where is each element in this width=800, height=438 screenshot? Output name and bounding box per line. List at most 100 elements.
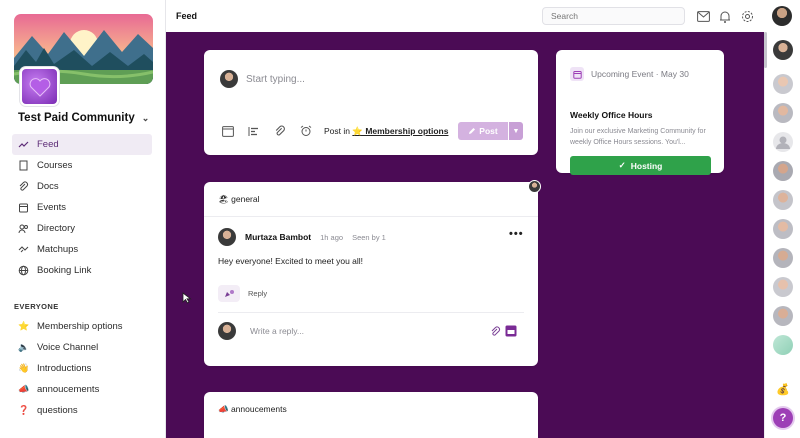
sidebar-item-label: Feed: [37, 139, 59, 150]
sidebar-item-courses[interactable]: Courses: [12, 155, 152, 176]
handshake-icon: [18, 244, 29, 255]
post-author[interactable]: Murtaza Bambot: [245, 232, 311, 242]
add-reaction-icon[interactable]: [218, 285, 240, 302]
community-switcher[interactable]: Test Paid Community ⌄: [18, 112, 149, 124]
help-icon[interactable]: ?: [773, 408, 793, 428]
hosting-button[interactable]: ✓ Hosting: [570, 156, 711, 175]
member-avatar[interactable]: [773, 74, 793, 94]
post-seen-by[interactable]: Seen by 1: [352, 233, 386, 242]
mail-icon[interactable]: [696, 9, 710, 23]
feed-post: 🏖 general Murtaza Bambot 1h ago Seen by …: [204, 180, 541, 366]
post-channel[interactable]: 🏖 general: [218, 194, 260, 205]
search-input[interactable]: [542, 7, 685, 25]
sidebar-item-membership-options[interactable]: ⭐ Membership options: [12, 316, 152, 337]
member-avatar[interactable]: [773, 277, 793, 297]
star-icon: ⭐: [18, 321, 30, 331]
sidebar-item-booking-link[interactable]: Booking Link: [12, 260, 152, 281]
calendar-icon: [18, 202, 29, 213]
sidebar-item-annoucements[interactable]: 📣 annoucements: [12, 379, 152, 400]
event-header: Upcoming Event · May 30: [570, 67, 689, 81]
post-author-row: Murtaza Bambot 1h ago Seen by 1: [218, 228, 386, 246]
wave-icon: 👋: [18, 363, 30, 373]
divider: [218, 312, 524, 313]
more-options-icon[interactable]: •••: [509, 228, 524, 240]
sidebar-item-voice-channel[interactable]: 🔈 Voice Channel: [12, 337, 152, 358]
member-avatar[interactable]: [773, 306, 793, 326]
sidebar-item-label: Voice Channel: [37, 342, 99, 353]
member-avatar[interactable]: [773, 103, 793, 123]
composer-toolbar: [221, 124, 313, 138]
sidebar-item-label: Introductions: [37, 363, 92, 374]
mouse-cursor-icon: [182, 292, 192, 304]
sidebar-item-events[interactable]: Events: [12, 197, 152, 218]
feed-post: 📣 annoucements: [204, 392, 538, 438]
sidebar-item-introductions[interactable]: 👋 Introductions: [12, 358, 152, 379]
poll-icon[interactable]: [247, 124, 261, 138]
post-channel[interactable]: 📣 annoucements: [218, 404, 287, 415]
sidebar-item-feed[interactable]: Feed: [12, 134, 152, 155]
community-name: Test Paid Community: [18, 112, 135, 124]
user-placeholder-icon: [776, 136, 790, 149]
event-title[interactable]: Weekly Office Hours: [570, 110, 653, 120]
alarm-clock-icon[interactable]: [299, 124, 313, 138]
divider: [204, 216, 538, 217]
calendar-icon: [570, 67, 584, 81]
page-title: Feed: [176, 11, 198, 21]
book-icon: [18, 160, 29, 171]
sidebar-item-docs[interactable]: Docs: [12, 176, 152, 197]
sidebar: Test Paid Community ⌄ Feed Courses Docs: [0, 0, 166, 438]
member-avatar[interactable]: [773, 40, 793, 60]
sidebar-item-label: Booking Link: [37, 265, 92, 276]
community-logo[interactable]: [20, 67, 59, 106]
sidebar-item-questions[interactable]: ❓ questions: [12, 400, 152, 421]
member-avatar[interactable]: [773, 190, 793, 210]
code-icon[interactable]: [221, 124, 235, 138]
avatar: [220, 70, 238, 88]
scrollbar[interactable]: [764, 32, 767, 68]
post-button-label: Post: [479, 126, 498, 136]
user-avatar[interactable]: [772, 6, 792, 26]
member-avatar[interactable]: [773, 132, 793, 152]
topbar: Feed: [166, 0, 800, 32]
reply-toolbar: [490, 325, 517, 340]
post-in-channel[interactable]: ⭐ Membership options: [352, 126, 448, 136]
paperclip-icon[interactable]: [273, 124, 287, 138]
upcoming-event-card[interactable]: Upcoming Event · May 30 Weekly Office Ho…: [556, 50, 724, 175]
speaker-icon: 🔈: [18, 342, 30, 352]
post-button[interactable]: Post: [458, 122, 508, 140]
member-avatar[interactable]: [773, 248, 793, 268]
post-in-prefix: Post in: [324, 126, 350, 136]
reply-input[interactable]: Write a reply...: [250, 326, 304, 336]
sidebar-nav: Feed Courses Docs Events Directory Match…: [12, 134, 152, 281]
paperclip-icon: [18, 181, 29, 192]
composer-input[interactable]: Start typing...: [246, 74, 305, 85]
reply-box: Write a reply...: [218, 322, 304, 340]
member-avatar[interactable]: [773, 161, 793, 181]
sidebar-item-label: Events: [37, 202, 67, 213]
sidebar-item-label: Docs: [37, 181, 59, 192]
sidebar-item-label: annoucements: [37, 384, 100, 395]
event-header-label: Upcoming Event · May 30: [591, 69, 689, 79]
bell-icon[interactable]: [718, 9, 732, 23]
section-label-everyone: EVERYONE: [14, 302, 59, 311]
post-composer[interactable]: Start typing... Post in ⭐ Membership opt…: [204, 50, 538, 155]
sidebar-item-label: questions: [37, 405, 78, 416]
money-bag-icon[interactable]: 💰: [776, 382, 790, 396]
member-avatar[interactable]: [773, 219, 793, 239]
sidebar-item-directory[interactable]: Directory: [12, 218, 152, 239]
member-avatar[interactable]: [773, 335, 793, 355]
paperclip-icon[interactable]: [490, 326, 501, 340]
avatar: [218, 322, 236, 340]
gif-icon[interactable]: [505, 325, 517, 340]
chevron-down-icon: ⌄: [141, 112, 150, 123]
reply-button[interactable]: Reply: [248, 289, 267, 298]
post-options-chevron-icon[interactable]: ▼: [509, 122, 523, 140]
avatar: [528, 180, 541, 193]
members-rail: 💰 ?: [764, 32, 800, 438]
gear-icon[interactable]: [740, 9, 754, 23]
sidebar-item-matchups[interactable]: Matchups: [12, 239, 152, 260]
post-time: 1h ago: [320, 232, 344, 242]
post-in-selector[interactable]: Post in ⭐ Membership options: [324, 126, 448, 137]
heart-icon: [29, 77, 50, 97]
avatar[interactable]: [218, 228, 236, 246]
